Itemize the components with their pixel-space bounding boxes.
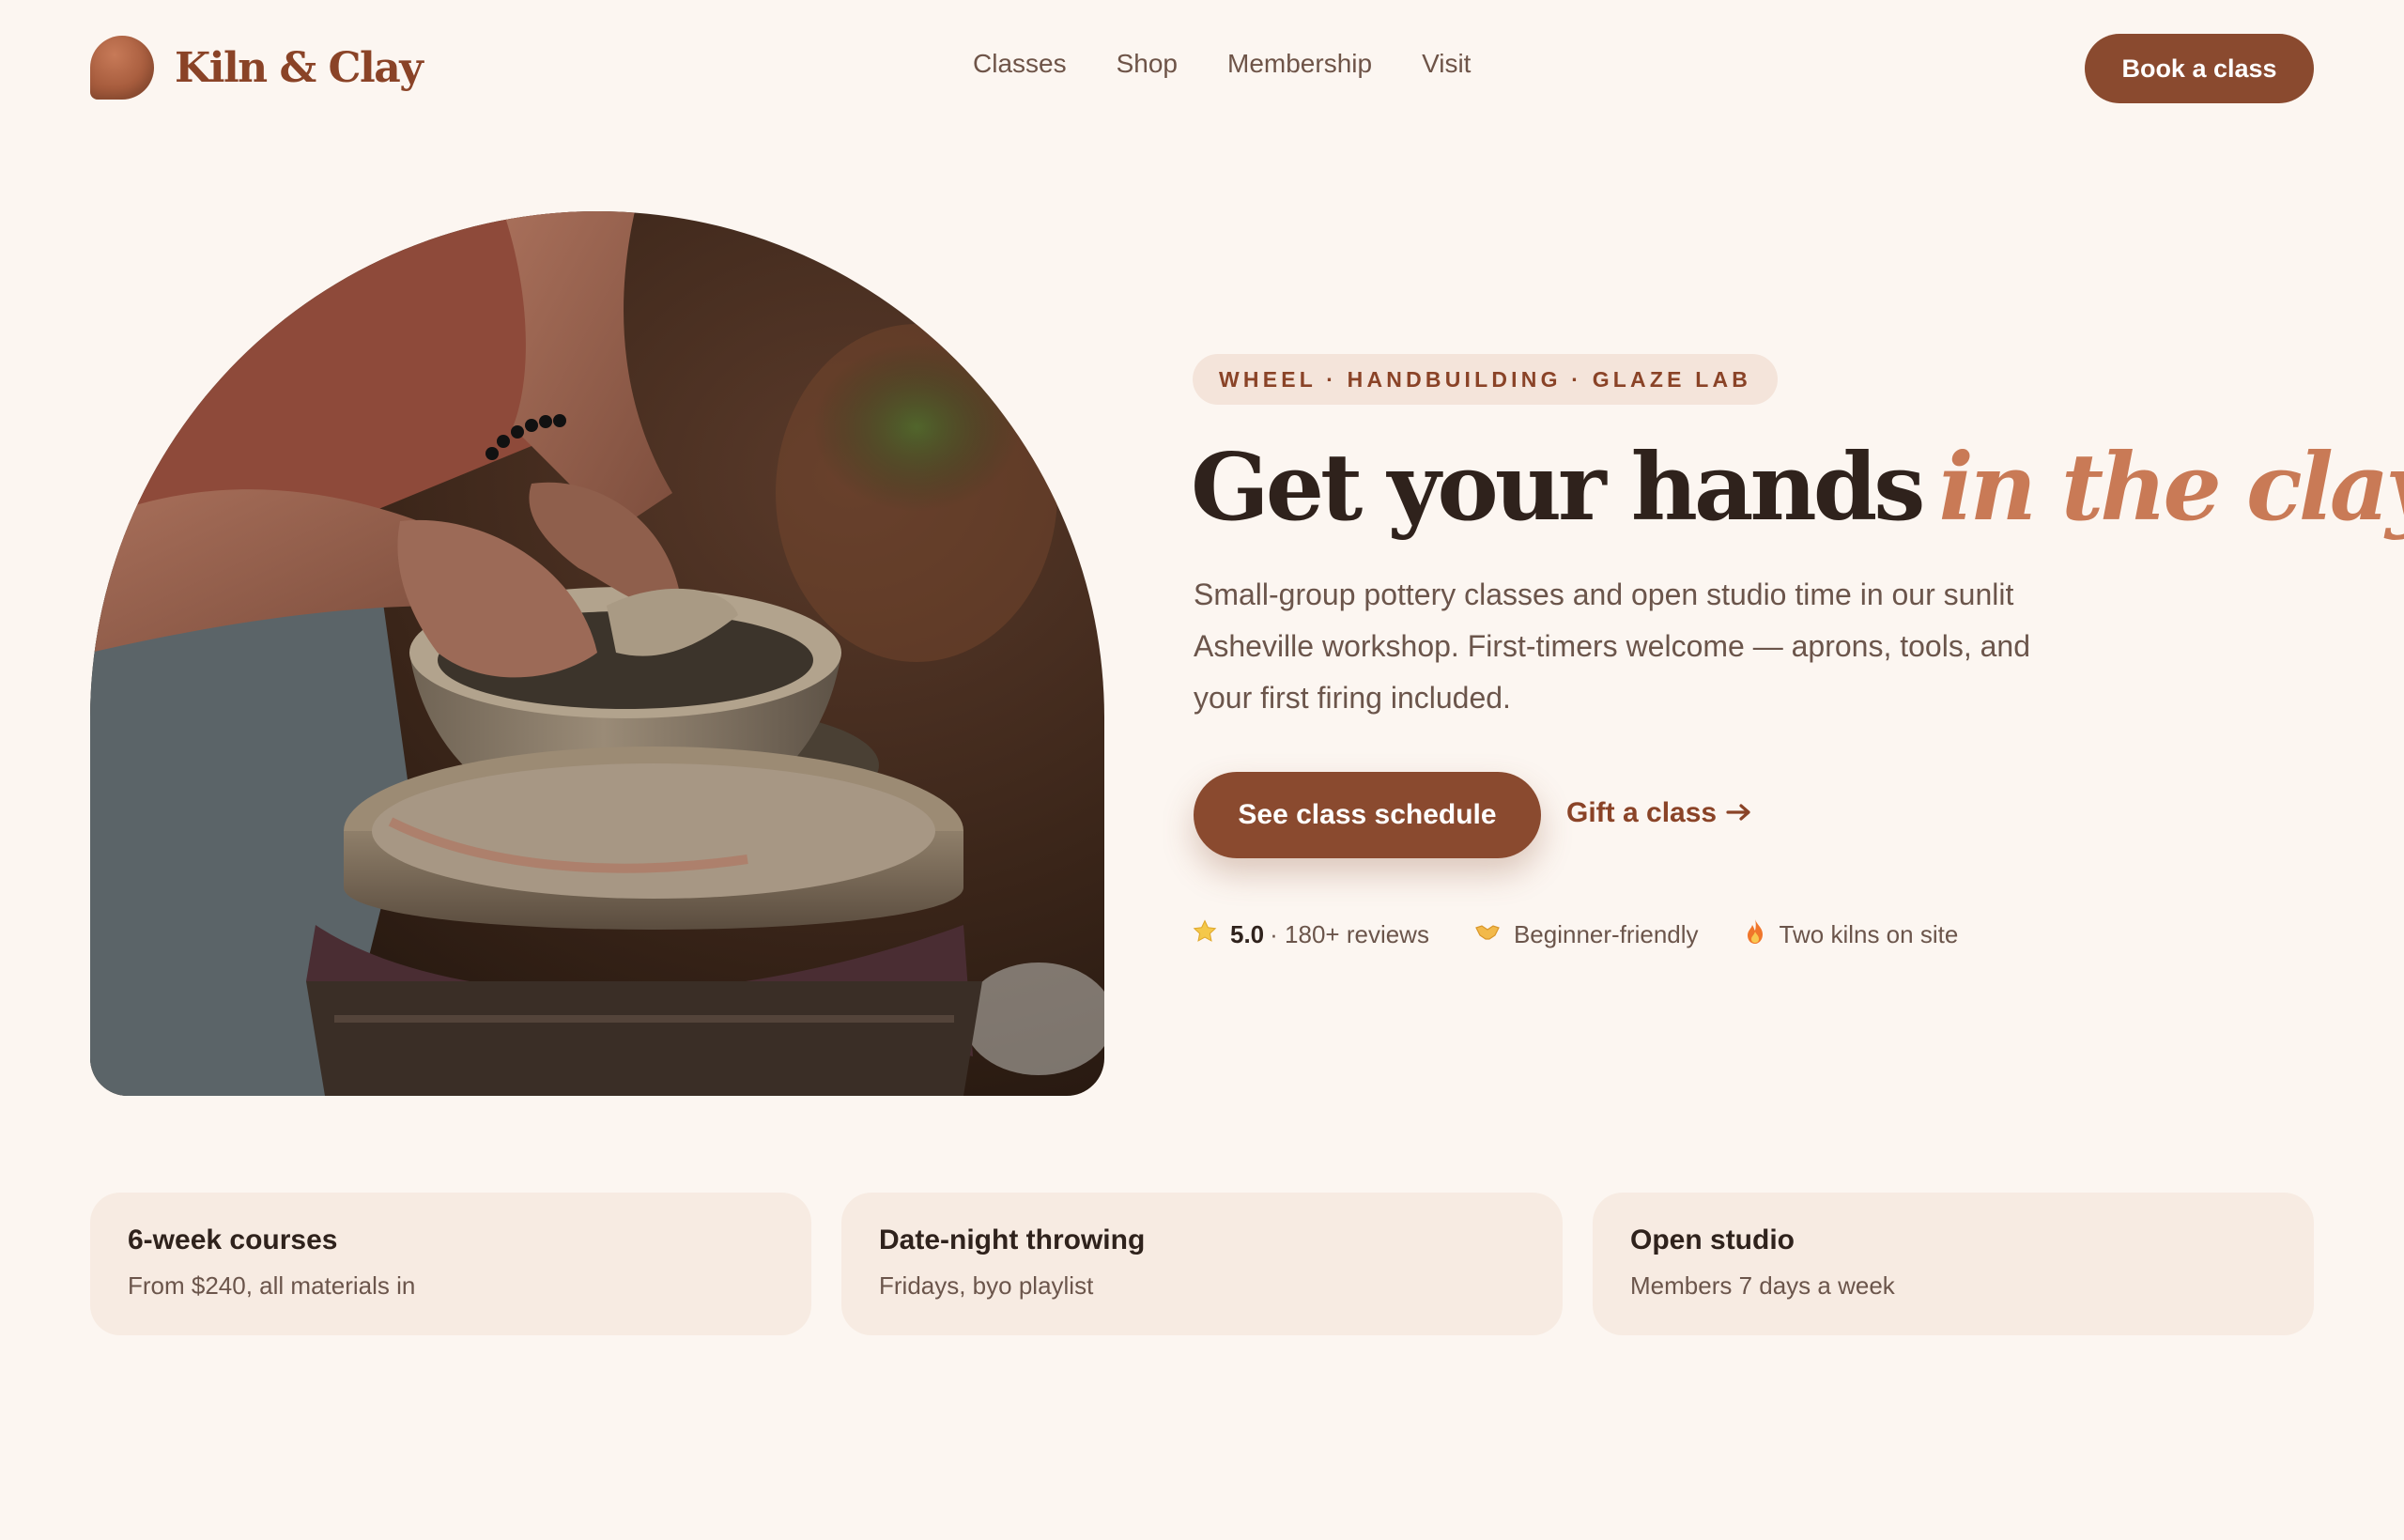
gift-class-label: Gift a class — [1566, 797, 1718, 828]
site-header: Kiln & Clay Classes Shop Membership Visi… — [0, 0, 2404, 137]
nav-link-shop[interactable]: Shop — [1117, 49, 1178, 79]
brand-name: Kiln & Clay — [175, 43, 424, 92]
hero-image — [90, 211, 1104, 1096]
hero-description: Small-group pottery classes and open stu… — [1194, 578, 2030, 715]
headline-accent: in the clay — [1938, 434, 2404, 542]
logo-mark-icon — [90, 36, 154, 100]
card-title: 6-week courses — [128, 1224, 338, 1255]
card-subtitle: From $240, all materials in — [128, 1271, 416, 1300]
star-icon — [1193, 919, 1217, 950]
card-courses[interactable]: 6-week courses From $240, all materials … — [90, 1193, 811, 1335]
headline-main: Get your hands — [1191, 434, 1925, 542]
card-subtitle: Members 7 days a week — [1630, 1271, 1895, 1300]
rating-stat: 5.0 · 180+ reviews — [1193, 919, 1429, 950]
arrow-right-icon — [1726, 797, 1752, 829]
card-subtitle: Fridays, byo playlist — [879, 1271, 1094, 1300]
card-open-studio[interactable]: Open studio Members 7 days a week — [1593, 1193, 2314, 1335]
rating-text: · 180+ reviews — [1270, 920, 1429, 948]
gift-class-link[interactable]: Gift a class — [1566, 797, 1752, 829]
handshake-icon — [1474, 920, 1501, 949]
brand-logo[interactable]: Kiln & Clay — [90, 36, 424, 100]
kilns-text: Two kilns on site — [1779, 920, 1959, 948]
see-schedule-button[interactable]: See class schedule — [1194, 772, 1541, 858]
main-nav: Classes Shop Membership Visit — [973, 49, 1471, 79]
card-date-night[interactable]: Date-night throwing Fridays, byo playlis… — [841, 1193, 1563, 1335]
beginner-text: Beginner-friendly — [1513, 920, 1699, 948]
tagline-pill: WHEEL · HANDBUILDING · GLAZE LAB — [1193, 354, 1779, 405]
nav-link-classes[interactable]: Classes — [973, 49, 1067, 79]
nav-link-visit[interactable]: Visit — [1422, 49, 1471, 79]
nav-link-membership[interactable]: Membership — [1227, 49, 1372, 79]
stats-row: 5.0 · 180+ reviews Beginner-friendly Two… — [1193, 918, 2003, 951]
beginner-stat: Beginner-friendly — [1474, 920, 1699, 949]
hero-headline: Get your hands in the clay — [1191, 427, 2404, 549]
feature-cards: 6-week courses From $240, all materials … — [90, 1193, 2314, 1335]
card-title: Date-night throwing — [879, 1224, 1146, 1255]
kilns-stat: Two kilns on site — [1744, 918, 1959, 951]
fire-icon — [1744, 918, 1766, 951]
pottery-wheel-photo — [90, 211, 1104, 1096]
book-class-button[interactable]: Book a class — [2085, 34, 2314, 103]
rating-value: 5.0 — [1230, 920, 1265, 948]
card-title: Open studio — [1630, 1224, 1795, 1255]
